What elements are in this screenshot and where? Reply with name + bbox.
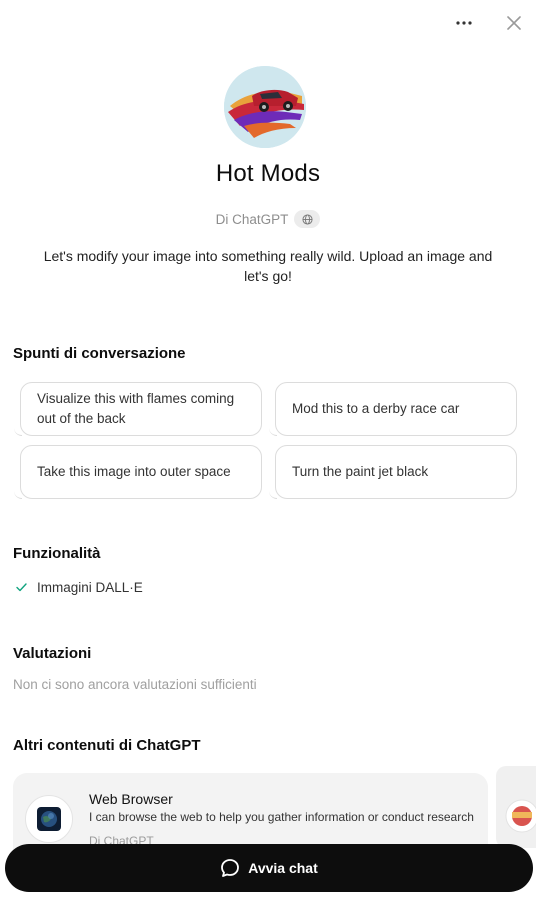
card-description: I can browse the web to help you gather … [89, 810, 474, 824]
chat-bubble-icon [221, 859, 240, 877]
gpt-card-next-partial[interactable] [496, 766, 536, 848]
top-bar [0, 0, 536, 46]
globe-badge[interactable] [294, 210, 321, 228]
gpt-description: Let's modify your image into something r… [43, 248, 493, 284]
starter-label: Mod this to a derby race car [292, 401, 460, 416]
earth-icon [37, 807, 61, 831]
starter-button[interactable]: Mod this to a derby race car [269, 382, 517, 436]
starter-label: Take this image into outer space [37, 464, 231, 479]
globe-icon [302, 213, 313, 225]
check-icon [16, 583, 27, 592]
starter-label: Turn the paint jet black [292, 464, 429, 479]
conversation-starters: Visualize this with flames coming out of… [14, 382, 517, 499]
start-chat-label: Avvia chat [248, 860, 318, 876]
byline-text: Di ChatGPT [215, 211, 289, 227]
starter-button[interactable]: Turn the paint jet black [269, 445, 517, 499]
ellipsis-icon [456, 21, 472, 25]
card-title: Web Browser [89, 791, 173, 807]
feature-label: Immagini DALL·E [37, 580, 143, 595]
conversation-starters-title: Spunti di conversazione [13, 345, 186, 362]
more-options-button[interactable] [452, 12, 476, 34]
close-icon [507, 16, 521, 30]
ratings-empty-text: Non ci sono ancora valutazioni sufficien… [13, 677, 257, 692]
gpt-byline: Di ChatGPT [0, 210, 536, 228]
more-content-title: Altri contenuti di ChatGPT [13, 737, 201, 754]
close-button[interactable] [503, 12, 525, 34]
gpt-avatar [224, 66, 306, 148]
feature-item: Immagini DALL·E [16, 580, 143, 595]
starter-label: Visualize this with flames coming out of… [37, 391, 235, 426]
start-chat-button[interactable]: Avvia chat [5, 844, 533, 892]
starter-button[interactable]: Take this image into outer space [14, 445, 262, 499]
card-avatar [25, 795, 73, 843]
features-title: Funzionalità [13, 545, 101, 562]
gpt-name: Hot Mods [215, 160, 321, 187]
ratings-title: Valutazioni [13, 645, 92, 662]
starter-button[interactable]: Visualize this with flames coming out of… [14, 382, 262, 436]
